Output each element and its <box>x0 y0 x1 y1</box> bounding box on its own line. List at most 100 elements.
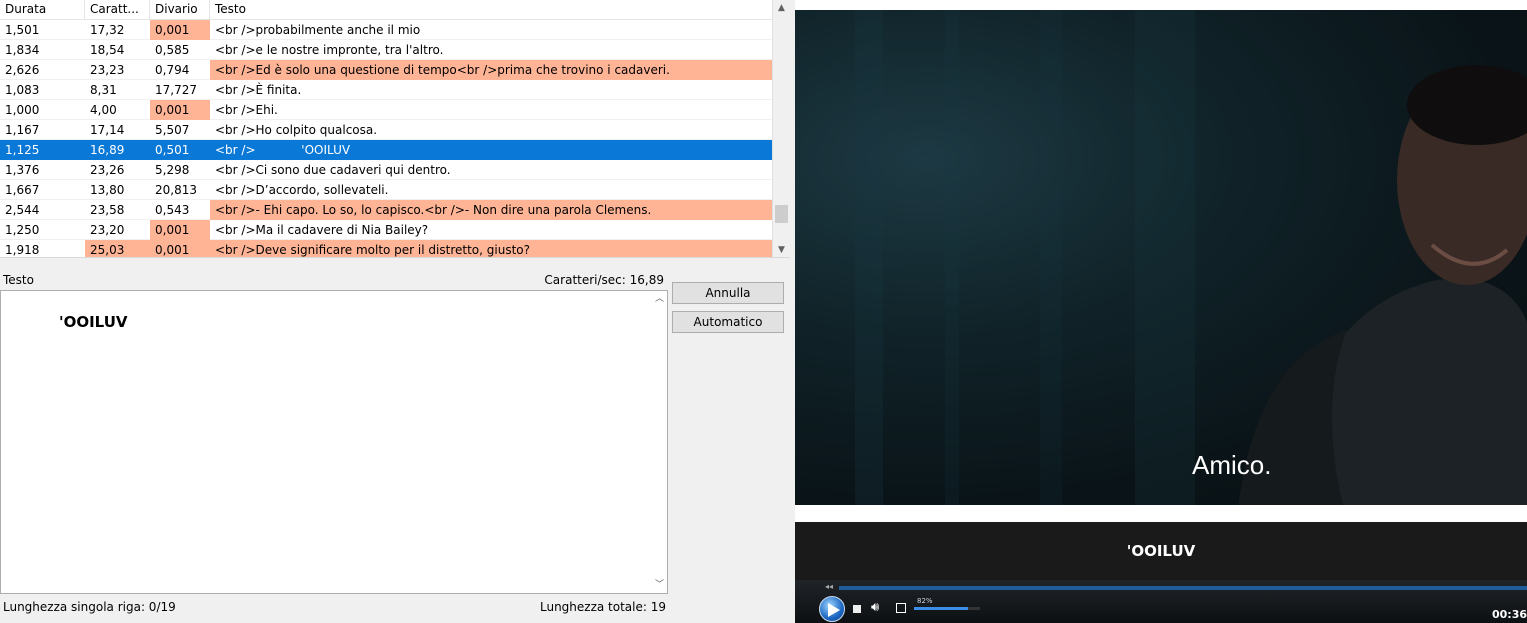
cell-durata: 1,667 <box>5 183 40 197</box>
table-row[interactable]: 1,125 16,89 0,501 <br /> 'OOILUV <box>0 140 772 160</box>
table-row[interactable]: 1,834 18,54 0,585 <br />e le nostre impront… <box>0 40 772 60</box>
table-row[interactable]: 1,376 23,26 5,298 <br />Ci sono due cadaver… <box>0 160 772 180</box>
cell-caratteri: 23,20 <box>90 223 125 237</box>
chevron-up-icon[interactable]: ▲ <box>773 0 790 16</box>
single-line-length: Lunghezza singola riga: 0/19 <box>3 600 176 614</box>
volume-fill <box>914 607 969 610</box>
column-header-testo[interactable]: Testo <box>210 0 772 20</box>
cell-durata: 2,544 <box>5 203 40 217</box>
cell-testo: <br />- Ehi capo. Lo so, lo capisco.<br … <box>210 200 772 220</box>
annulla-button[interactable]: Annulla <box>672 282 784 304</box>
grid-header: Durata Caratt... Divario Testo <box>0 0 772 20</box>
cell-divario: 5,507 <box>155 123 190 137</box>
table-row[interactable]: 1,167 17,14 5,507 <br />Ho colpito qualcosa… <box>0 120 772 140</box>
cell-durata: 1,834 <box>5 43 40 57</box>
subtitle-grid[interactable]: Durata Caratt... Divario Testo 1,501 17,3… <box>0 0 790 258</box>
cell-durata: 1,000 <box>5 103 40 117</box>
cell-testo: <br />e le nostre impronte, tra l'altro. <box>215 43 444 57</box>
play-icon <box>828 603 840 617</box>
video-player: Amico. 'OOILUV ◂◂ 🔊︎ 82% 00:36 <box>795 0 1527 623</box>
grid-scrollbar[interactable]: ▲ ▼ <box>772 0 790 257</box>
column-header-divario[interactable]: Divario <box>150 0 210 20</box>
chevron-down-icon[interactable]: ▼ <box>773 242 790 257</box>
cell-caratteri: 8,31 <box>90 83 117 97</box>
subtitle-editor-pane: Durata Caratt... Divario Testo 1,501 17,3… <box>0 0 793 623</box>
cell-caratteri: 4,00 <box>90 103 117 117</box>
cell-divario: 0,001 <box>150 220 210 240</box>
video-frame[interactable]: Amico. <box>795 10 1527 505</box>
cell-durata: 1,376 <box>5 163 40 177</box>
rewind-icon[interactable]: ◂◂ <box>825 582 833 591</box>
cell-divario: 0,501 <box>150 140 210 160</box>
volume-icon[interactable]: 🔊︎ <box>871 600 879 615</box>
cell-testo: <br /> 'OOILUV <box>210 140 772 160</box>
table-row[interactable]: 2,544 23,58 0,543 <br />- Ehi capo. Lo so, … <box>0 200 772 220</box>
editor-scrollbar[interactable]: ︿ ﹀ <box>652 291 667 593</box>
cell-durata: 1,167 <box>5 123 40 137</box>
cell-divario: 20,813 <box>155 183 197 197</box>
chars-per-second: Caratteri/sec: 16,89 <box>544 273 664 287</box>
table-row[interactable]: 1,083 8,31 17,727 <br />È finita. <box>0 80 772 100</box>
cell-caratteri: 17,14 <box>90 123 125 137</box>
table-row[interactable]: 2,626 23,23 0,794 <br />Ed è solo una quest… <box>0 60 772 80</box>
fullscreen-icon[interactable] <box>896 603 906 613</box>
cell-testo: <br />Deve significare molto per il dist… <box>210 240 772 257</box>
cell-durata: 1,501 <box>5 23 40 37</box>
cell-testo: <br />Ma il cadavere di Nia Bailey? <box>215 223 429 237</box>
editor-text[interactable]: 'OOILUV <box>59 313 128 331</box>
person-figure <box>1238 65 1527 505</box>
cell-divario: 17,727 <box>155 83 197 97</box>
tree-trunk <box>1040 10 1062 505</box>
cell-testo: <br />Ed è solo una questione di tempo<b… <box>210 60 772 80</box>
cell-testo: <br />È finita. <box>215 83 302 97</box>
column-header-durata[interactable]: Durata <box>0 0 85 20</box>
cell-divario: 0,543 <box>155 203 190 217</box>
text-label: Testo <box>3 273 34 287</box>
cell-testo: <br />Ci sono due cadaveri qui dentro. <box>215 163 451 177</box>
table-row[interactable]: 1,918 25,03 0,001 <br />Deve significare mo… <box>0 240 772 257</box>
cell-testo: <br />probabilmente anche il mio <box>215 23 421 37</box>
burned-in-caption: Amico. <box>1192 450 1272 480</box>
tree-trunk <box>945 10 959 505</box>
stop-icon[interactable] <box>853 605 861 613</box>
cell-caratteri: 17,32 <box>90 23 125 37</box>
cell-durata: 1,918 <box>5 243 40 257</box>
cell-divario: 0,001 <box>150 20 210 40</box>
cell-caratteri: 25,03 <box>85 240 150 257</box>
cell-durata: 1,250 <box>5 223 40 237</box>
cell-caratteri: 23,26 <box>90 163 125 177</box>
table-row[interactable]: 1,501 17,32 0,001 <br />probabilmente anche… <box>0 20 772 40</box>
player-controls: ◂◂ 🔊︎ 82% 00:36 <box>795 580 1527 623</box>
cell-testo: <br />D’accordo, sollevateli. <box>215 183 389 197</box>
cell-divario: 5,298 <box>155 163 190 177</box>
table-row[interactable]: 1,000 4,00 0,001 <br />Ehi. <box>0 100 772 120</box>
cell-divario: 0,001 <box>150 100 210 120</box>
automatico-button[interactable]: Automatico <box>672 311 784 333</box>
playback-time: 00:36 <box>1491 608 1527 621</box>
play-button[interactable] <box>819 596 845 622</box>
tree-trunk <box>855 10 883 505</box>
cell-durata: 1,083 <box>5 83 40 97</box>
table-row[interactable]: 1,667 13,80 20,813 <br />D’accordo, solleva… <box>0 180 772 200</box>
seek-bar[interactable] <box>839 586 1527 590</box>
subtitle-text-editor[interactable]: 'OOILUV ︿ ﹀ <box>0 290 668 594</box>
cell-caratteri: 23,23 <box>90 63 125 77</box>
cell-caratteri: 13,80 <box>90 183 125 197</box>
table-row[interactable]: 1,250 23,20 0,001 <br />Ma il cadavere di N… <box>0 220 772 240</box>
cell-caratteri: 23,58 <box>90 203 125 217</box>
grid-scroll-thumb[interactable] <box>775 205 788 223</box>
cell-divario: 0,585 <box>155 43 190 57</box>
subtitle-preview-bar: 'OOILUV <box>795 522 1527 580</box>
volume-slider[interactable] <box>914 607 980 610</box>
chevron-up-icon[interactable]: ︿ <box>652 291 667 307</box>
subtitle-preview-text: 'OOILUV <box>1126 542 1196 560</box>
cell-caratteri: 18,54 <box>90 43 125 57</box>
cell-durata: 2,626 <box>5 63 40 77</box>
cell-divario: 0,001 <box>150 240 210 257</box>
cell-caratteri: 16,89 <box>85 140 150 160</box>
chevron-down-icon[interactable]: ﹀ <box>652 577 667 593</box>
grid-rows: 1,501 17,32 0,001 <br />probabilmente anche… <box>0 20 772 257</box>
cell-testo: <br />Ehi. <box>215 103 278 117</box>
text-section-header: Testo Caratteri/sec: 16,89 <box>0 272 668 288</box>
column-header-caratteri[interactable]: Caratt... <box>85 0 150 20</box>
